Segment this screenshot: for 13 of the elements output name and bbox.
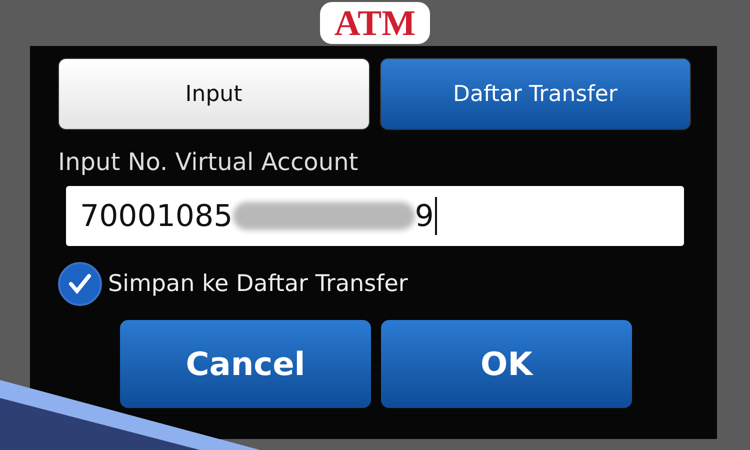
field-label: Input No. Virtual Account [58,148,360,176]
ok-button[interactable]: OK [381,320,632,408]
cancel-button[interactable]: Cancel [120,320,371,408]
checkbox-label: Simpan ke Daftar Transfer [108,271,408,297]
checkbox[interactable] [58,262,102,306]
input-field[interactable]: 70001085 9 [66,186,684,246]
text-cursor [434,197,437,235]
tab[interactable]: Input [58,58,370,130]
checkmark-icon [67,271,93,297]
field-value-end: 9 [414,198,434,234]
banner-title: ATM [320,2,430,44]
field-value-start: 70001085 [80,198,233,234]
tab[interactable]: Daftar Transfer [380,58,691,130]
